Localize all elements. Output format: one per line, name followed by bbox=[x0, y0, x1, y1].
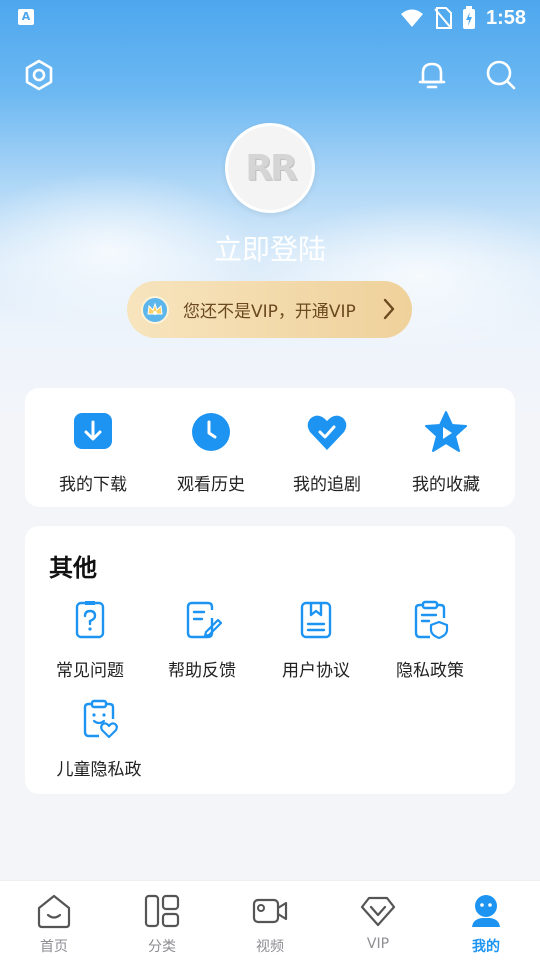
quick-action-label: 我的下载 bbox=[59, 475, 127, 495]
other-section-card: 其他 常见问题 帮助反馈 用户协议 隐私政策 儿童隐私政 bbox=[25, 526, 515, 794]
watch-history-button[interactable]: 观看历史 bbox=[156, 410, 266, 495]
tab-label: 分类 bbox=[148, 939, 176, 955]
notification-bell-icon[interactable] bbox=[415, 58, 449, 92]
quick-actions-card: 我的下载 观看历史 我的追剧 我的收藏 bbox=[25, 388, 515, 507]
search-icon[interactable] bbox=[484, 58, 518, 92]
tab-label: 首页 bbox=[40, 939, 68, 955]
user-agreement-button[interactable]: 用户协议 bbox=[261, 600, 371, 681]
privacy-icon bbox=[414, 600, 449, 640]
faq-icon bbox=[75, 601, 105, 639]
video-icon bbox=[252, 898, 288, 924]
settings-icon[interactable] bbox=[22, 58, 56, 92]
vip-upgrade-banner[interactable]: 您还不是VIP，开通VIP bbox=[127, 281, 412, 338]
other-item-label: 用户协议 bbox=[282, 661, 350, 681]
tab-vip[interactable]: VIP bbox=[324, 893, 432, 952]
other-item-label: 帮助反馈 bbox=[168, 661, 236, 681]
tab-category[interactable]: 分类 bbox=[108, 893, 216, 956]
other-item-label: 儿童隐私政 bbox=[56, 760, 142, 780]
my-favorites-button[interactable]: 我的收藏 bbox=[391, 410, 501, 495]
no-sim-icon bbox=[434, 7, 452, 29]
tab-mine[interactable]: 我的 bbox=[432, 893, 540, 956]
my-series-button[interactable]: 我的追剧 bbox=[272, 410, 382, 495]
profile-icon bbox=[472, 895, 500, 927]
heart-icon bbox=[307, 415, 347, 450]
chevron-right-icon bbox=[383, 298, 395, 320]
quick-action-label: 观看历史 bbox=[177, 475, 245, 495]
help-feedback-button[interactable]: 帮助反馈 bbox=[147, 600, 257, 681]
wifi-icon bbox=[400, 9, 423, 27]
quick-action-label: 我的收藏 bbox=[412, 475, 480, 495]
other-item-label: 隐私政策 bbox=[396, 661, 464, 681]
tab-video[interactable]: 视频 bbox=[216, 893, 324, 956]
tab-home[interactable]: 首页 bbox=[0, 893, 108, 956]
faq-button[interactable]: 常见问题 bbox=[35, 600, 145, 681]
privacy-policy-button[interactable]: 隐私政策 bbox=[375, 600, 485, 681]
other-item-label: 常见问题 bbox=[56, 661, 124, 681]
clock-icon bbox=[192, 413, 230, 451]
agreement-icon bbox=[300, 601, 332, 639]
home-icon bbox=[37, 894, 71, 929]
battery-charging-icon bbox=[462, 6, 475, 29]
tab-label: 我的 bbox=[472, 939, 500, 955]
category-icon bbox=[144, 894, 180, 928]
vip-banner-text: 您还不是VIP，开通VIP bbox=[183, 302, 356, 322]
star-icon bbox=[425, 411, 467, 452]
my-downloads-button[interactable]: 我的下载 bbox=[38, 410, 148, 495]
section-title: 其他 bbox=[49, 554, 97, 582]
tab-label: VIP bbox=[366, 936, 390, 952]
quick-action-label: 我的追剧 bbox=[293, 475, 361, 495]
vip-diamond-icon bbox=[360, 896, 396, 927]
avatar-logo: RR bbox=[245, 147, 297, 189]
login-link[interactable]: 立即登陆 bbox=[0, 228, 540, 268]
bottom-tab-bar: 首页 分类 视频 VIP 我的 bbox=[0, 880, 540, 960]
tab-label: 视频 bbox=[256, 939, 284, 955]
avatar[interactable]: RR bbox=[225, 123, 315, 213]
download-icon bbox=[74, 413, 112, 449]
feedback-icon bbox=[186, 601, 223, 639]
status-bar: A 1:58 bbox=[0, 0, 540, 36]
app-notification-icon: A bbox=[18, 9, 34, 25]
child-privacy-icon bbox=[83, 699, 118, 739]
vip-crown-icon bbox=[141, 295, 169, 324]
clock-time: 1:58 bbox=[485, 6, 526, 29]
child-privacy-button[interactable]: 儿童隐私政 bbox=[44, 699, 154, 780]
